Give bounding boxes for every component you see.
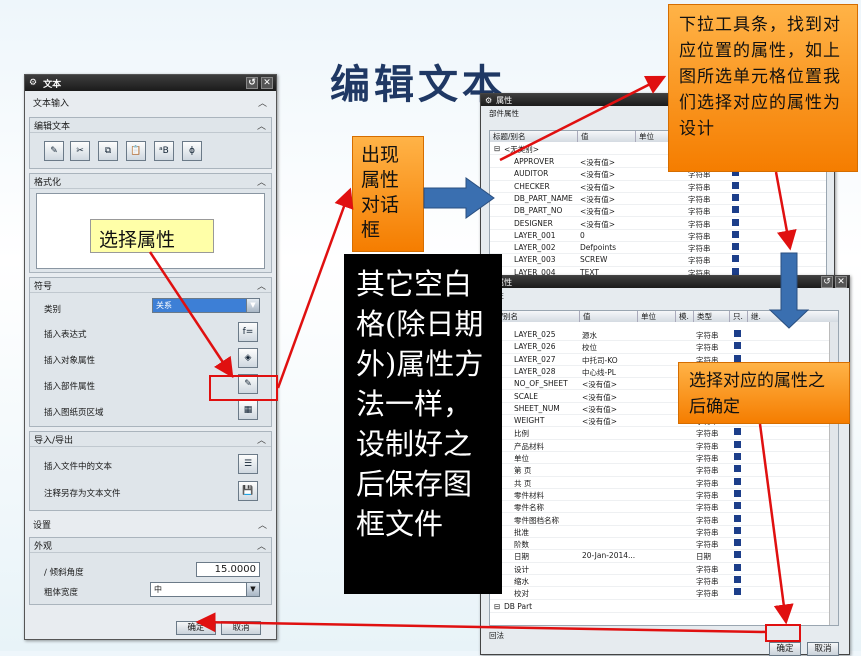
- red-arrow: [758, 423, 794, 625]
- blue-arrow: [768, 252, 810, 329]
- red-arrow: [195, 612, 767, 634]
- red-arrow: [148, 251, 234, 379]
- red-arrow: [774, 171, 797, 251]
- arrows-layer: [148, 75, 810, 634]
- red-arrow: [499, 75, 667, 162]
- red-arrow: [276, 187, 354, 389]
- blue-arrow: [423, 177, 495, 219]
